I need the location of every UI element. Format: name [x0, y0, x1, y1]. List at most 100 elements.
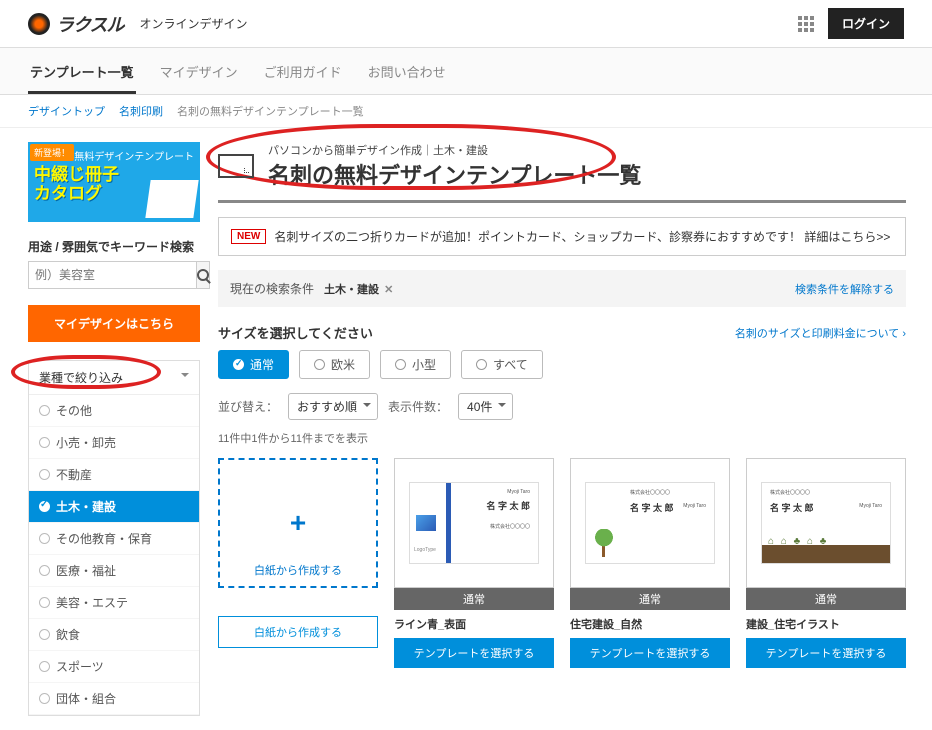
nav-contact[interactable]: お問い合わせ — [366, 56, 448, 94]
filter-item[interactable]: スポーツ — [29, 651, 199, 683]
select-template-button[interactable]: テンプレートを選択する — [570, 638, 730, 668]
sort-select[interactable]: おすすめ順 — [288, 393, 378, 420]
filter-item[interactable]: 飲食 — [29, 619, 199, 651]
filter-label: 団体・組合 — [56, 690, 116, 707]
filter-item[interactable]: 医療・福祉 — [29, 555, 199, 587]
breadcrumb: デザイントップ 名刺印刷 名刺の無料デザインテンプレート一覧 — [0, 95, 932, 128]
logo-mark-icon — [28, 13, 50, 35]
select-template-button[interactable]: テンプレートを選択する — [394, 638, 554, 668]
radio-icon — [395, 359, 406, 370]
radio-icon — [39, 661, 50, 672]
filter-label: 飲食 — [56, 626, 80, 643]
blank-thumb[interactable]: + 白紙から作成する — [218, 458, 378, 588]
condition-tag: 土木・建設 ✕ — [324, 281, 393, 297]
radio-icon — [39, 469, 50, 480]
promo-banner[interactable]: 新登場！ 無料デザインテンプレート 中綴じ冊子カタログ — [28, 142, 200, 222]
filter-item[interactable]: 団体・組合 — [29, 683, 199, 715]
template-thumb[interactable]: 株式会社〇〇〇〇 名 字 太 郎 Myoji Taro — [570, 458, 730, 588]
template-card: 株式会社〇〇〇〇 名 字 太 郎 Myoji Taro 通常 建設_住宅イラスト… — [746, 458, 906, 668]
notice-banner[interactable]: NEW 名刺サイズの二つ折りカードが追加！ポイントカード、ショップカード、診察券… — [218, 217, 906, 256]
template-thumb[interactable]: 株式会社〇〇〇〇 名 字 太 郎 Myoji Taro — [746, 458, 906, 588]
size-option[interactable]: 欧米 — [299, 350, 370, 379]
template-card: LogoType 名 字 太 郎 Myoji Taro 株式会社〇〇〇〇 通常 … — [394, 458, 554, 668]
filter-heading[interactable]: 業種で絞り込み — [29, 361, 199, 395]
notice-text: 名刺サイズの二つ折りカードが追加！ポイントカード、ショップカード、診察券におすす… — [274, 228, 890, 245]
size-option[interactable]: 小型 — [380, 350, 451, 379]
filter-label: その他教育・保育 — [56, 530, 152, 547]
template-card: 株式会社〇〇〇〇 名 字 太 郎 Myoji Taro 通常 住宅建設_自然 テ… — [570, 458, 730, 668]
brand-logo[interactable]: ラクスル オンラインデザイン — [28, 11, 247, 37]
blank-caption: 白紙から作成する — [254, 562, 342, 578]
template-title: ライン青_表面 — [394, 616, 554, 632]
radio-icon — [39, 597, 50, 608]
main-nav: テンプレート一覧 マイデザイン ご利用ガイド お問い合わせ — [0, 48, 932, 95]
brand-name: ラクスル — [56, 11, 123, 37]
conditions-label: 現在の検索条件 — [230, 280, 314, 297]
radio-icon — [39, 437, 50, 448]
remove-tag-icon[interactable]: ✕ — [384, 284, 393, 296]
search-label: 用途 / 雰囲気でキーワード検索 — [28, 238, 200, 255]
size-label: サイズを選択してください — [218, 323, 373, 342]
filter-label: 美容・エステ — [56, 594, 128, 611]
search-button[interactable] — [197, 261, 210, 289]
blank-create-button[interactable]: 白紙から作成する — [218, 616, 378, 648]
filter-label: 土木・建設 — [56, 498, 116, 515]
mydesign-button[interactable]: マイデザインはこちら — [28, 305, 200, 342]
radio-icon — [39, 629, 50, 640]
radio-icon — [233, 359, 244, 370]
perpage-label: 表示件数： — [388, 398, 448, 415]
search-input[interactable] — [28, 261, 197, 289]
radio-icon — [39, 533, 50, 544]
template-thumb[interactable]: LogoType 名 字 太 郎 Myoji Taro 株式会社〇〇〇〇 — [394, 458, 554, 588]
size-option-label: 通常 — [250, 356, 274, 373]
size-option-label: 小型 — [412, 356, 436, 373]
nav-templates[interactable]: テンプレート一覧 — [28, 56, 136, 94]
size-info-link[interactable]: 名刺のサイズと印刷料金について — [735, 325, 906, 341]
apps-grid-icon[interactable] — [798, 16, 814, 32]
card-icon — [218, 154, 254, 178]
plus-icon: + — [290, 507, 306, 539]
nav-mydesign[interactable]: マイデザイン — [158, 56, 240, 94]
radio-icon — [39, 405, 50, 416]
result-count: 11件中1件から11件までを表示 — [218, 430, 906, 446]
select-template-button[interactable]: テンプレートを選択する — [746, 638, 906, 668]
filter-item[interactable]: その他教育・保育 — [29, 523, 199, 555]
card-blank: + 白紙から作成する 白紙から作成する — [218, 458, 378, 668]
filter-label: 小売・卸売 — [56, 434, 116, 451]
search-icon — [197, 269, 209, 281]
radio-icon — [476, 359, 487, 370]
filter-label: その他 — [56, 402, 92, 419]
new-badge: NEW — [231, 229, 266, 244]
filter-item[interactable]: 美容・エステ — [29, 587, 199, 619]
crumb-category[interactable]: 名刺印刷 — [119, 103, 163, 119]
radio-icon — [314, 359, 325, 370]
filter-item[interactable]: その他 — [29, 395, 199, 427]
filter-label: 不動産 — [56, 466, 92, 483]
page-supertitle: パソコンから簡単デザイン作成｜土木・建設 — [268, 142, 641, 158]
crumb-current: 名刺の無料デザインテンプレート一覧 — [177, 103, 364, 119]
filter-item[interactable]: 小売・卸売 — [29, 427, 199, 459]
sort-label: 並び替え： — [218, 398, 278, 415]
promo-image-icon — [145, 180, 198, 218]
size-option[interactable]: すべて — [461, 350, 543, 379]
filter-item[interactable]: 土木・建設 — [29, 491, 199, 523]
template-title: 建設_住宅イラスト — [746, 616, 906, 632]
size-badge: 通常 — [394, 588, 554, 610]
page-title: 名刺の無料デザインテンプレート一覧 — [268, 158, 641, 190]
promo-badge: 新登場！ — [30, 144, 74, 161]
promo-subtitle: 無料デザインテンプレート — [74, 148, 194, 163]
filter-item[interactable]: 不動産 — [29, 459, 199, 491]
perpage-select[interactable]: 40件 — [458, 393, 513, 420]
size-badge: 通常 — [746, 588, 906, 610]
nav-guide[interactable]: ご利用ガイド — [262, 56, 344, 94]
brand-subtitle: オンラインデザイン — [139, 15, 247, 32]
size-badge: 通常 — [570, 588, 730, 610]
size-option-label: 欧米 — [331, 356, 355, 373]
login-button[interactable]: ログイン — [828, 8, 904, 39]
template-title: 住宅建設_自然 — [570, 616, 730, 632]
crumb-top[interactable]: デザイントップ — [28, 103, 105, 119]
clear-conditions-link[interactable]: 検索条件を解除する — [795, 281, 894, 297]
radio-icon — [39, 565, 50, 576]
size-option[interactable]: 通常 — [218, 350, 289, 379]
size-option-label: すべて — [493, 356, 528, 373]
